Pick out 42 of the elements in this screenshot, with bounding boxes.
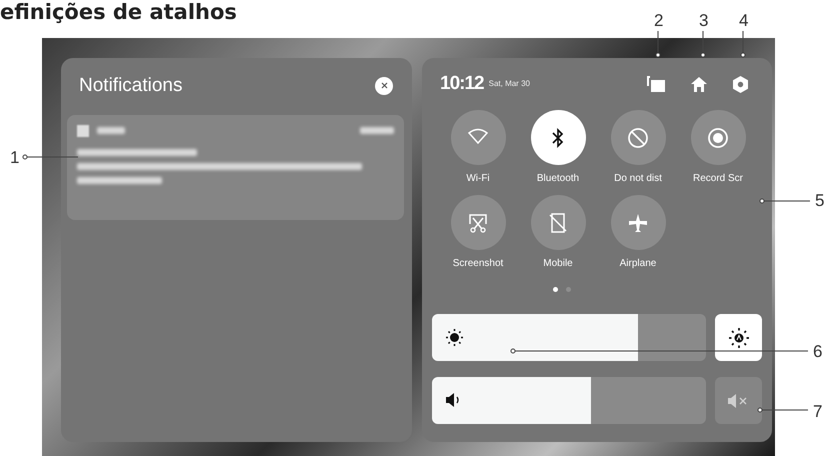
close-button[interactable]: [375, 77, 393, 96]
leader-line: [700, 30, 706, 58]
toggle-label: Bluetooth: [536, 172, 580, 186]
auto-brightness-icon: [728, 328, 749, 348]
callout-number: 1: [10, 149, 20, 166]
settings-icon[interactable]: [733, 76, 748, 92]
volume-slider[interactable]: [432, 377, 706, 424]
toggle-label: Screenshot: [452, 257, 504, 271]
callout-number: 4: [739, 12, 748, 29]
leader-line: [22, 154, 78, 160]
panel-title: Notifications: [79, 74, 182, 98]
leader-line: [740, 30, 746, 58]
toggle-label: Record Scr: [692, 172, 743, 186]
toggle-label: Airplane: [620, 257, 656, 271]
auto-brightness-button[interactable]: [715, 314, 762, 361]
callout-number: 5: [815, 192, 824, 209]
callout-number: 7: [813, 403, 822, 420]
callout-number: 6: [813, 343, 822, 360]
do-not-disturb-icon: [627, 126, 649, 148]
leader-line: [656, 30, 660, 58]
sun-icon: [446, 329, 463, 346]
callout-number: 2: [654, 12, 664, 29]
page-heading: efinições de atalhos: [0, 0, 237, 24]
close-icon: [380, 82, 388, 90]
leader-line: [758, 408, 808, 412]
windows-icon[interactable]: [647, 76, 665, 92]
callout-number: 3: [699, 12, 708, 29]
phone-off-icon: [547, 212, 569, 234]
toggle-label: Mobile: [543, 257, 573, 271]
blurred-notification-card[interactable]: [67, 114, 404, 220]
home-icon[interactable]: [691, 76, 707, 92]
toggle-label: Do not dist: [614, 172, 662, 186]
clock-time: 10:12: [440, 72, 484, 96]
leader-line: [760, 198, 810, 204]
mute-button[interactable]: [715, 377, 762, 424]
record-icon: [707, 126, 729, 148]
date-text: Sat, Mar 30: [488, 78, 530, 90]
toggle-label: Wi-Fi: [466, 172, 490, 186]
page-dot[interactable]: [553, 287, 558, 292]
page-dot[interactable]: [566, 287, 571, 292]
scissors-icon: [467, 212, 489, 234]
brightness-slider[interactable]: [432, 314, 706, 361]
